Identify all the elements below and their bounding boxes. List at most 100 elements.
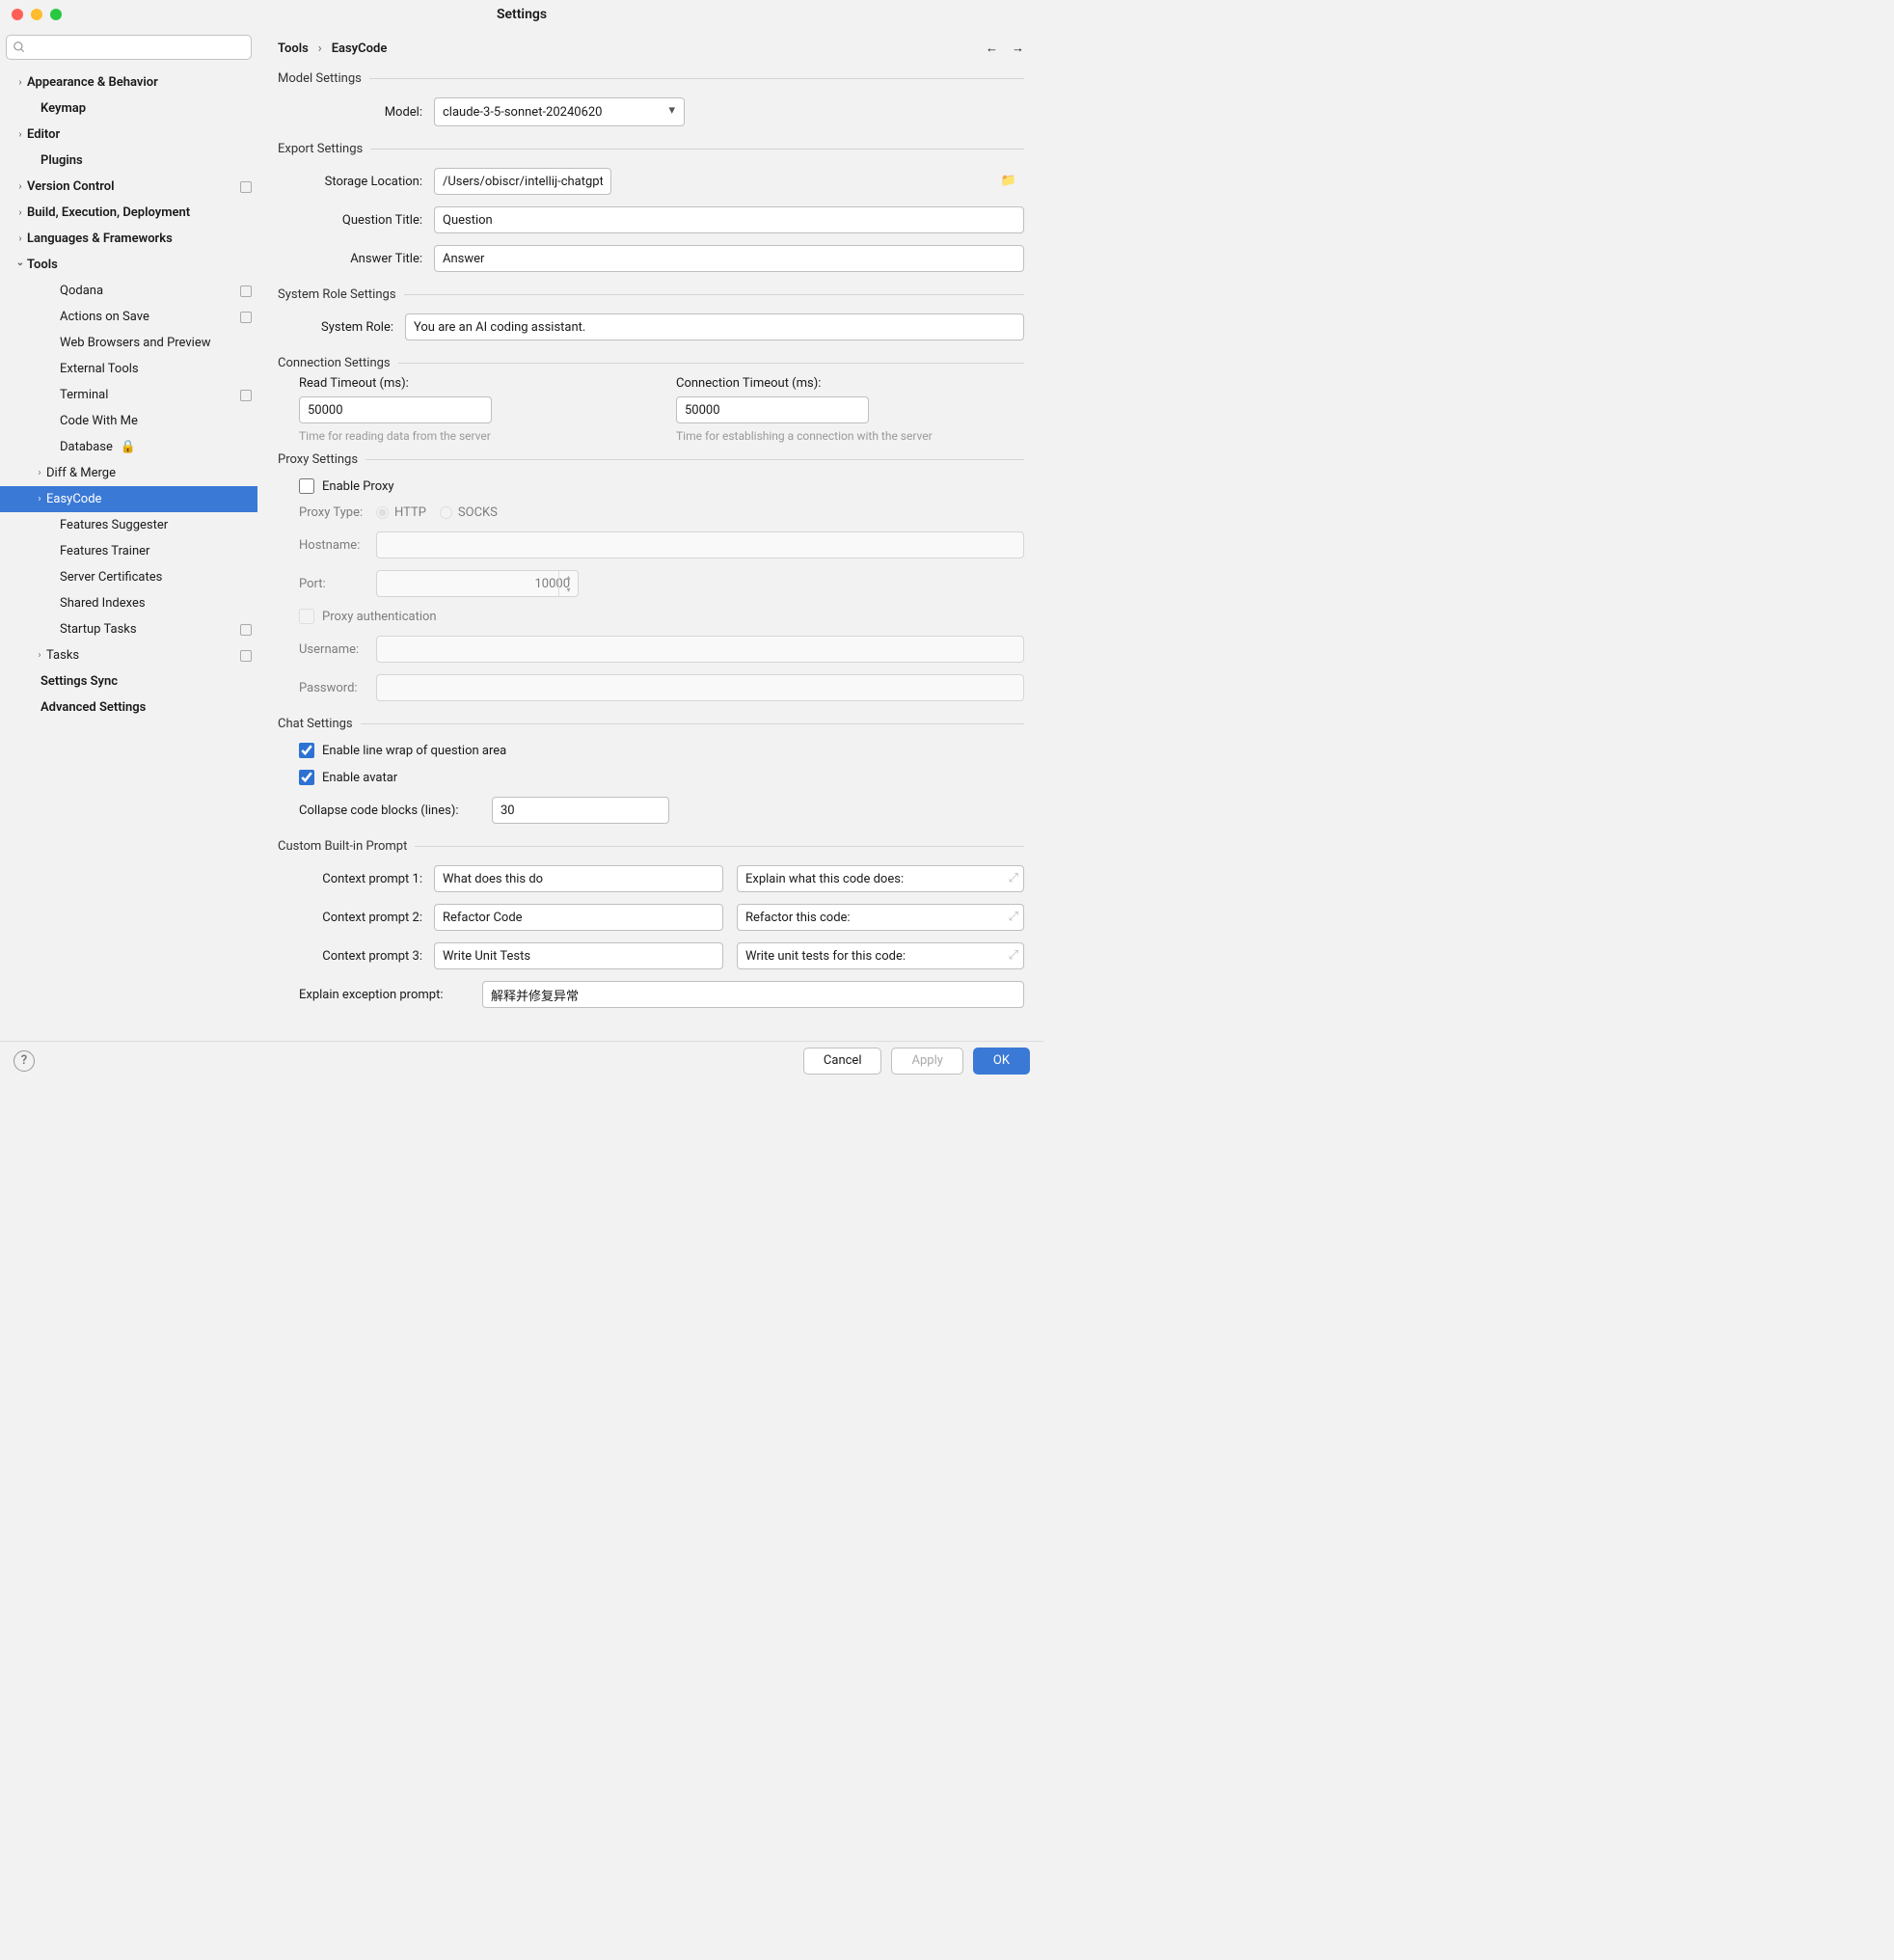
cp1a-input[interactable] (434, 865, 723, 892)
sidebar-item[interactable]: ›Build, Execution, Deployment (0, 200, 257, 226)
crumb-tools[interactable]: Tools (278, 41, 309, 56)
host-input (376, 531, 1024, 558)
cancel-button[interactable]: Cancel (803, 1048, 882, 1075)
sidebar-item-label: Appearance & Behavior (27, 75, 158, 90)
atitle-input[interactable] (434, 245, 1024, 272)
sidebar-item[interactable]: Plugins (0, 148, 257, 174)
sidebar-item[interactable]: Actions on Save (0, 304, 257, 330)
exc-input[interactable] (482, 981, 1024, 1008)
step-down-icon: ▾ (559, 584, 578, 596)
forward-icon[interactable]: → (1012, 41, 1024, 56)
chevron-icon: › (33, 468, 46, 478)
chevron-icon: › (14, 207, 27, 218)
section-prompt: Custom Built-in Prompt (278, 839, 407, 854)
collapse-label: Collapse code blocks (lines): (299, 803, 492, 818)
cp3a-input[interactable] (434, 942, 723, 969)
sidebar-item[interactable]: Features Suggester (0, 512, 257, 538)
qtitle-input[interactable] (434, 206, 1024, 233)
pass-input (376, 674, 1024, 701)
cp2b-input[interactable] (737, 904, 1024, 931)
sidebar-item[interactable]: Database🔒 (0, 434, 257, 460)
sidebar: ›Appearance & BehaviorKeymap›EditorPlugi… (0, 29, 258, 1041)
model-select[interactable]: claude-3-5-sonnet-20240620 (434, 97, 685, 126)
sidebar-item[interactable]: ›Languages & Frameworks (0, 226, 257, 252)
proxy-auth-checkbox (299, 609, 314, 624)
sidebar-item[interactable]: Features Trainer (0, 538, 257, 564)
storage-input[interactable] (434, 168, 611, 195)
chevron-right-icon: › (318, 41, 322, 56)
sidebar-item-label: Editor (27, 127, 60, 142)
sidebar-item[interactable]: Web Browsers and Preview (0, 330, 257, 356)
sidebar-item[interactable]: Qodana (0, 278, 257, 304)
cp1-label: Context prompt 1: (299, 872, 434, 886)
search-input[interactable] (6, 35, 252, 60)
sidebar-item[interactable]: ›Editor (0, 122, 257, 148)
sidebar-item-label: Advanced Settings (41, 700, 146, 715)
section-model: Model Settings (278, 71, 362, 86)
sidebar-item[interactable]: ›Tasks (0, 642, 257, 668)
chevron-icon: › (14, 233, 27, 244)
sidebar-item[interactable]: Code With Me (0, 408, 257, 434)
sidebar-item[interactable]: Settings Sync (0, 668, 257, 694)
proxy-socks-radio (440, 506, 452, 519)
apply-button[interactable]: Apply (891, 1048, 962, 1075)
sidebar-item[interactable]: Server Certificates (0, 564, 257, 590)
proxy-enable-checkbox[interactable] (299, 478, 314, 494)
proxy-http-radio (376, 506, 389, 519)
sidebar-item[interactable]: External Tools (0, 356, 257, 382)
cto-input[interactable] (676, 396, 869, 423)
cto-hint: Time for establishing a connection with … (676, 429, 1024, 443)
close-icon[interactable] (12, 9, 23, 20)
sidebar-item-label: Code With Me (60, 414, 138, 428)
ok-button[interactable]: OK (973, 1048, 1030, 1075)
step-up-icon: ▴ (559, 571, 578, 584)
role-input[interactable] (405, 313, 1024, 340)
zoom-icon[interactable] (50, 9, 62, 20)
scope-icon (240, 181, 252, 193)
rto-input[interactable] (299, 396, 492, 423)
scope-icon (240, 312, 252, 323)
sidebar-item[interactable]: ›Appearance & Behavior (0, 69, 257, 95)
sidebar-item-label: Settings Sync (41, 674, 118, 689)
sidebar-item[interactable]: Terminal (0, 382, 257, 408)
expand-icon[interactable]: ⤢ (1009, 871, 1018, 885)
sidebar-item[interactable]: ›Diff & Merge (0, 460, 257, 486)
scope-icon (240, 390, 252, 401)
avatar-label: Enable avatar (322, 771, 397, 785)
proxy-enable-label: Enable Proxy (322, 479, 394, 494)
sidebar-item[interactable]: Keymap (0, 95, 257, 122)
collapse-input[interactable] (492, 797, 669, 824)
expand-icon[interactable]: ⤢ (1009, 948, 1018, 963)
minimize-icon[interactable] (31, 9, 42, 20)
expand-icon[interactable]: ⤢ (1009, 910, 1018, 924)
help-button[interactable]: ? (14, 1050, 35, 1072)
breadcrumb: Tools › EasyCode ← → (278, 41, 1024, 56)
chevron-icon: › (33, 650, 46, 661)
scope-icon (240, 286, 252, 297)
cp1b-input[interactable] (737, 865, 1024, 892)
avatar-checkbox[interactable] (299, 770, 314, 785)
host-label: Hostname: (299, 538, 376, 553)
sidebar-item[interactable]: Shared Indexes (0, 590, 257, 616)
sidebar-item[interactable]: Startup Tasks (0, 616, 257, 642)
cp2a-input[interactable] (434, 904, 723, 931)
back-icon[interactable]: ← (986, 41, 998, 56)
settings-tree: ›Appearance & BehaviorKeymap›EditorPlugi… (0, 66, 257, 1041)
sidebar-item-label: Startup Tasks (60, 622, 137, 637)
sidebar-item-label: Web Browsers and Preview (60, 336, 210, 350)
footer: ? Cancel Apply OK (0, 1041, 1043, 1079)
wrap-checkbox[interactable] (299, 743, 314, 758)
sidebar-item-label: Qodana (60, 284, 103, 298)
titlebar: Settings (0, 0, 1043, 29)
folder-icon[interactable]: 📁 (1001, 174, 1016, 188)
cp3b-input[interactable] (737, 942, 1024, 969)
sidebar-item[interactable]: ›Version Control (0, 174, 257, 200)
sidebar-item[interactable]: ›EasyCode (0, 486, 257, 512)
sidebar-item-label: EasyCode (46, 492, 101, 506)
user-input (376, 636, 1024, 663)
sidebar-item-label: Server Certificates (60, 570, 162, 585)
chevron-icon: ⌄ (14, 258, 27, 268)
sidebar-item[interactable]: Advanced Settings (0, 694, 257, 721)
sidebar-item[interactable]: ⌄Tools (0, 252, 257, 278)
section-export: Export Settings (278, 142, 363, 156)
